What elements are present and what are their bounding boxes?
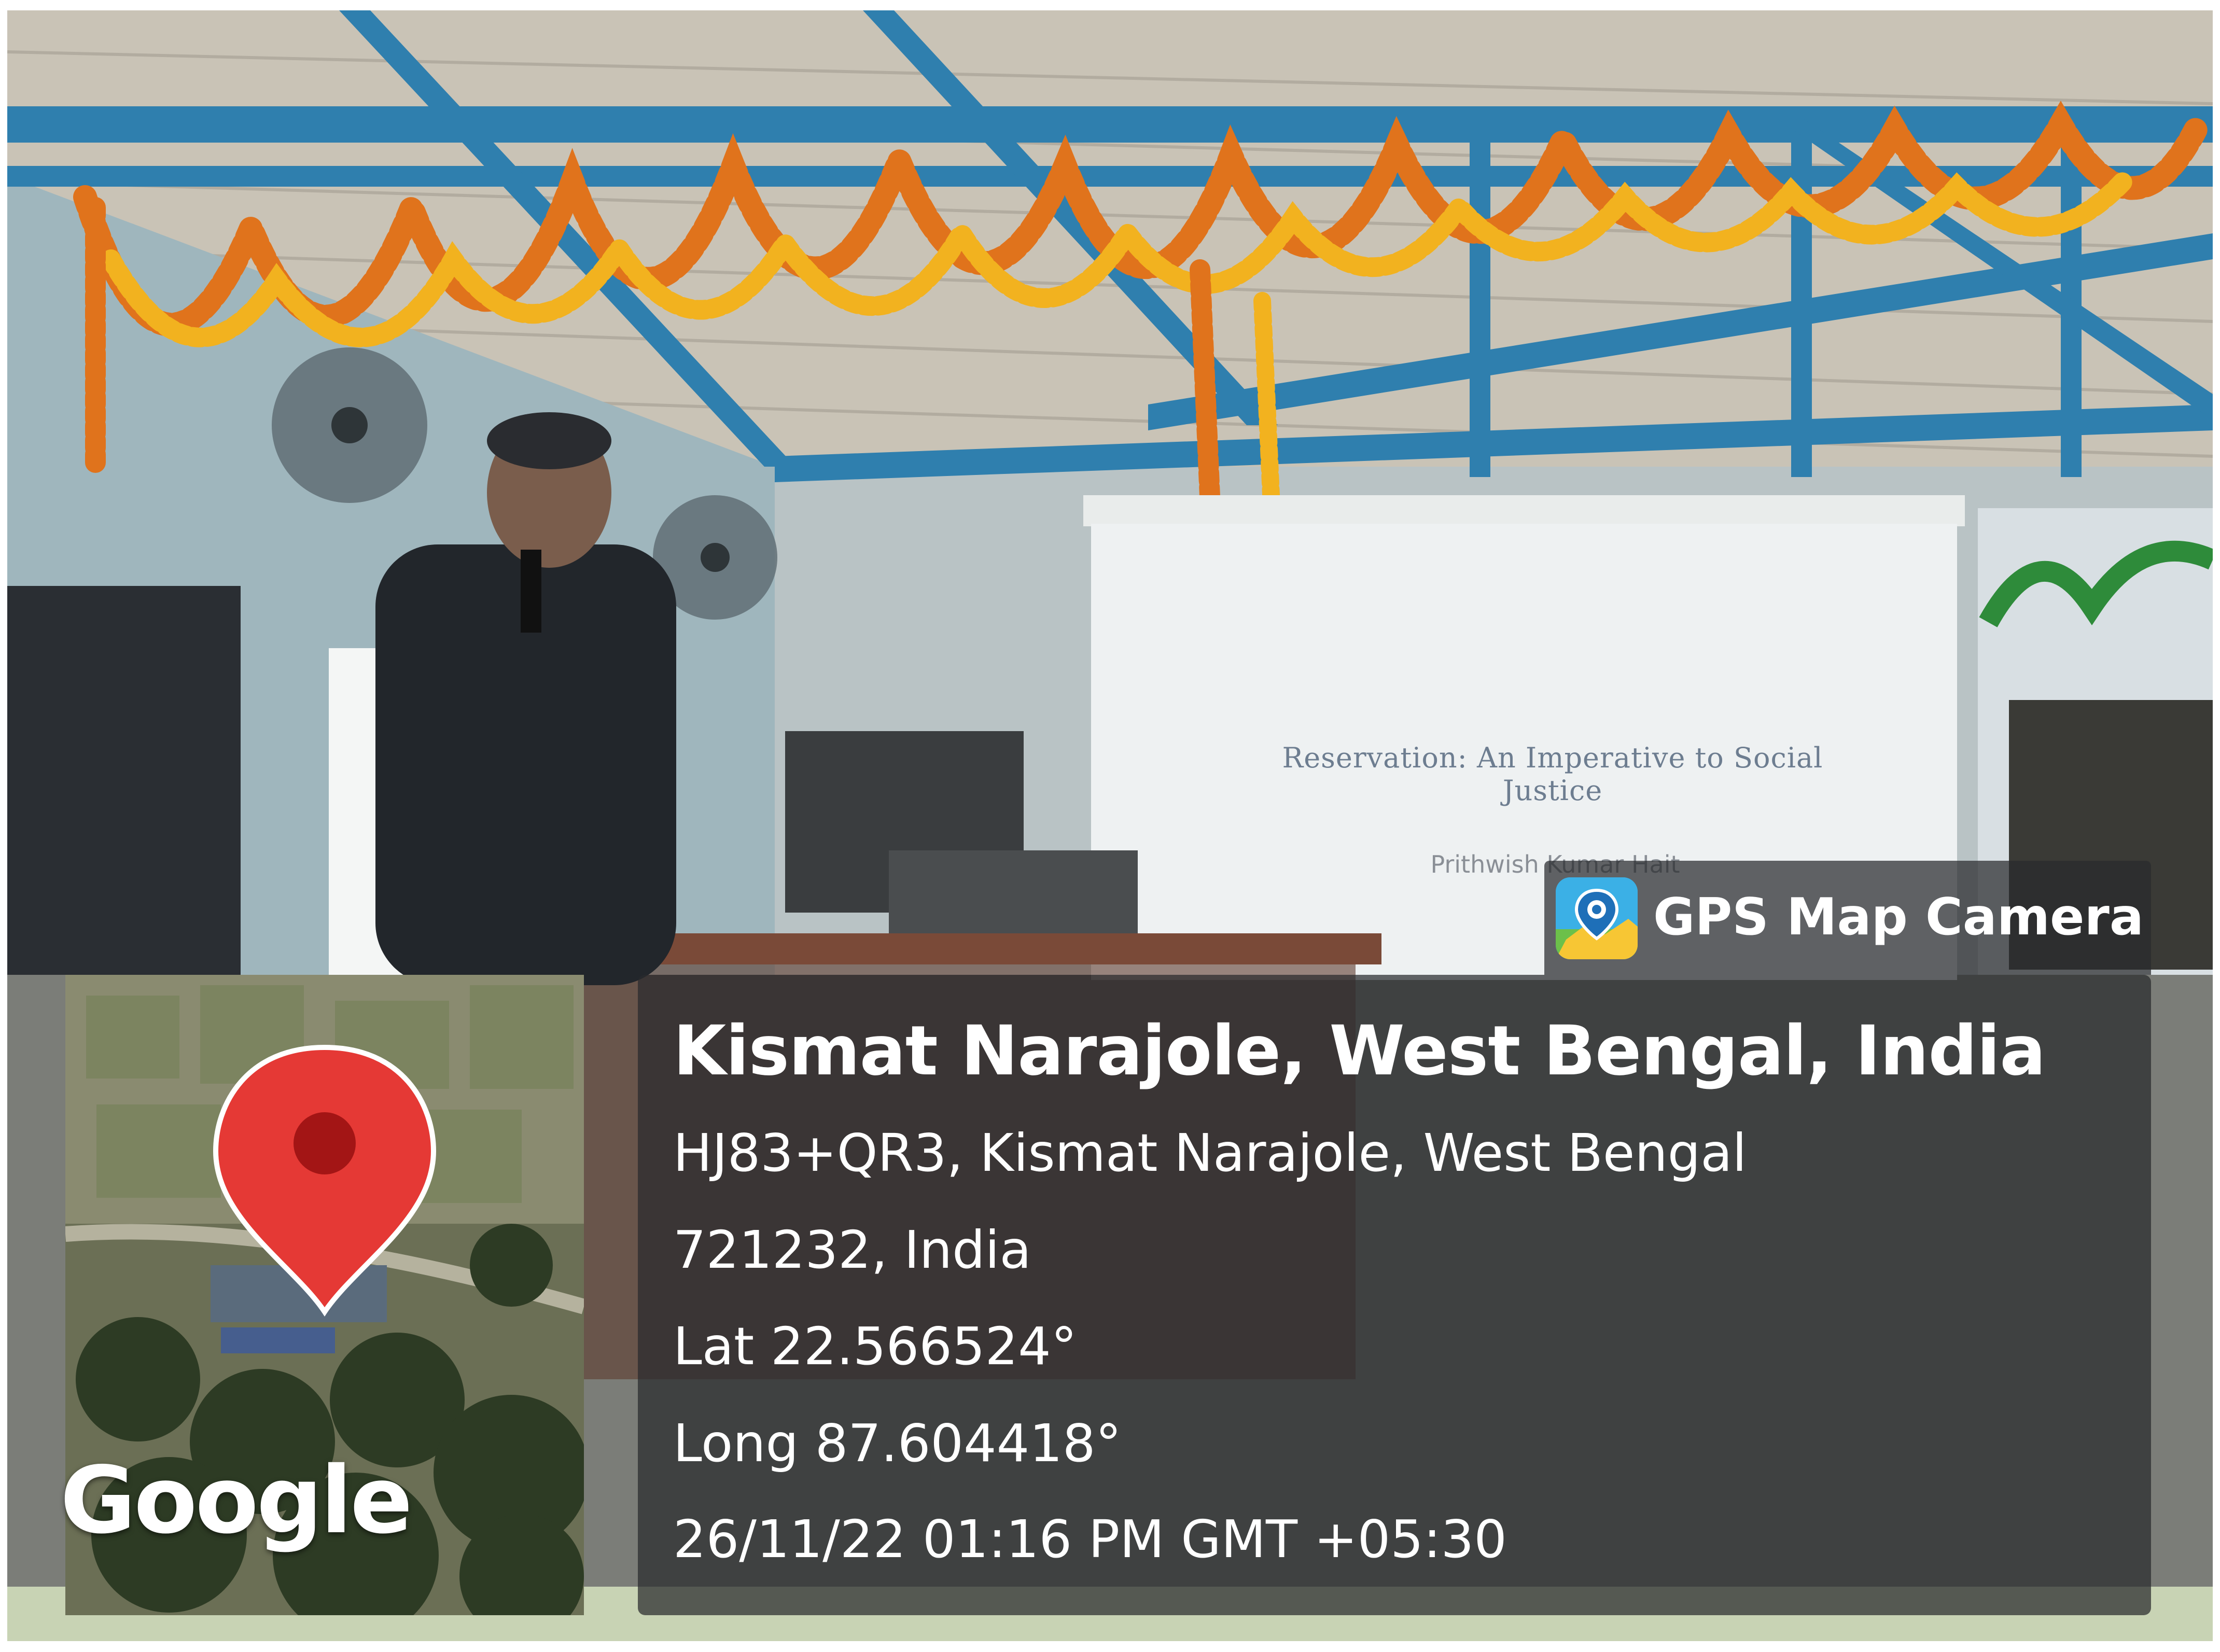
projector — [889, 850, 1138, 933]
address-line-1: HJ83+QR3, Kismat Narajole, West Bengal — [673, 1123, 1747, 1183]
app-badge: GPS Map Camera — [1544, 861, 2151, 975]
location-info-panel: Kismat Narajole, West Bengal, India HJ83… — [638, 975, 2151, 1615]
longitude: Long 87.604418° — [673, 1413, 1122, 1474]
app-name: GPS Map Camera — [1653, 888, 2144, 947]
gps-map-camera-icon — [1556, 877, 1638, 959]
timestamp: 26/11/22 01:16 PM GMT +05:30 — [673, 1509, 1507, 1570]
geotagged-photo: Reservation: An Imperative to Social Jus… — [0, 0, 2220, 1652]
screen-roller — [1083, 495, 1965, 526]
google-logo: Google — [60, 1447, 413, 1554]
latitude: Lat 22.566524° — [673, 1316, 1077, 1377]
address-line-2: 721232, India — [673, 1220, 1031, 1280]
door — [7, 586, 241, 975]
slide-title: Reservation: An Imperative to Social Jus… — [1282, 741, 1823, 807]
place-name: Kismat Narajole, West Bengal, India — [673, 1011, 2046, 1091]
